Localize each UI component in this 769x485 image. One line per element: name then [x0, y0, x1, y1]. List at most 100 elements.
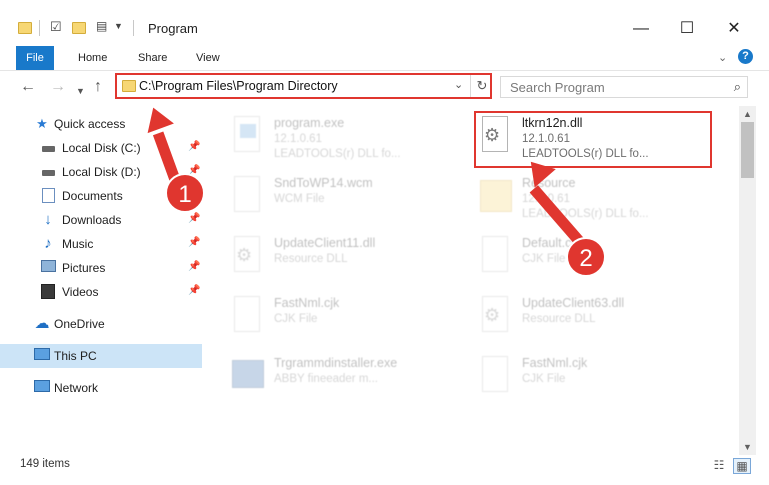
file-type: Resource DLL	[274, 253, 348, 265]
sidebar-item-onedrive[interactable]: ☁ OneDrive	[0, 312, 200, 336]
file-description: LEADTOOLS(r) DLL fo...	[274, 148, 401, 160]
file-item[interactable]: program.exe 12.1.0.61 LEADTOOLS(r) DLL f…	[230, 114, 470, 162]
file-version: 12.1.0.61	[274, 133, 322, 145]
file-name: FastNml.cjk	[274, 296, 340, 310]
sidebar-item-label: Local Disk (D:)	[62, 165, 141, 179]
file-item[interactable]: SndToWP14.wcm WCM File	[230, 174, 470, 222]
file-name: SndToWP14.wcm	[274, 176, 373, 190]
navigation-pane: ★ Quick access Local Disk (C:) 📌 Local D…	[0, 108, 205, 453]
computer-icon	[34, 348, 50, 364]
file-type: CJK File	[274, 313, 318, 325]
callout-badge: 1	[165, 173, 205, 213]
sidebar-item-videos[interactable]: Videos 📌	[0, 280, 200, 304]
help-icon[interactable]: ?	[738, 49, 753, 64]
tab-share[interactable]: Share	[128, 46, 177, 70]
file-description: LEADTOOLS(r) DLL fo...	[522, 208, 649, 220]
divider	[133, 20, 134, 36]
drive-icon	[40, 164, 56, 180]
sidebar-item-downloads[interactable]: ↓ Downloads 📌	[0, 208, 200, 232]
cloud-icon: ☁	[34, 315, 50, 332]
selection-highlight	[474, 111, 712, 168]
sidebar-item-label: Downloads	[62, 213, 122, 227]
sidebar-item-label: Videos	[62, 285, 99, 299]
folder-icon	[122, 80, 136, 92]
file-type: CJK File	[522, 253, 566, 265]
file-name: Trgrammdinstaller.exe	[274, 356, 398, 370]
divider	[39, 20, 40, 36]
pin-icon[interactable]: 📌	[188, 261, 200, 272]
new-folder-icon[interactable]	[72, 22, 86, 34]
file-icon	[230, 294, 264, 338]
refresh-icon[interactable]: ↻	[470, 75, 493, 97]
customize-toolbar-icon[interactable]: ▤	[96, 19, 107, 33]
file-item[interactable]: ⚙ UpdateClient63.dll Resource DLL	[478, 294, 718, 342]
ribbon: File Home Share View ⌄ ?	[0, 46, 769, 71]
file-icon	[478, 354, 512, 398]
callout-badge: 2	[566, 237, 606, 277]
documents-icon	[40, 188, 56, 204]
sidebar-item-music[interactable]: ♪ Music 📌	[0, 232, 200, 256]
file-name: FastNml.cjk	[522, 356, 588, 370]
tab-home[interactable]: Home	[68, 46, 117, 70]
sidebar-item-this-pc[interactable]: This PC	[0, 344, 202, 368]
file-item[interactable]: Trgrammdinstaller.exe ABBY fineeader m..…	[230, 354, 470, 402]
recent-locations-icon[interactable]: ▼	[76, 83, 85, 99]
minimize-button[interactable]: —	[618, 14, 664, 44]
pin-icon[interactable]: 📌	[188, 285, 200, 296]
search-icon[interactable]: ⌕	[734, 79, 741, 95]
sidebar-item-label: Music	[62, 237, 94, 251]
file-type: Resource DLL	[522, 313, 596, 325]
file-type: ABBY fineeader m...	[274, 373, 378, 385]
scroll-up-icon[interactable]: ▲	[739, 106, 756, 122]
tab-file[interactable]: File	[16, 46, 54, 70]
details-view-icon[interactable]: ☷	[711, 458, 727, 472]
file-item[interactable]: ⚙ UpdateClient11.dll Resource DLL	[230, 234, 470, 282]
file-name: UpdateClient63.dll	[522, 296, 625, 310]
pin-icon[interactable]: 📌	[188, 213, 200, 224]
maximize-button[interactable]: ☐	[664, 14, 710, 44]
chevron-down-icon[interactable]: ⌄	[454, 78, 463, 91]
dll-file-icon: ⚙	[478, 294, 512, 338]
file-item[interactable]: FastNml.cjk CJK File	[230, 294, 470, 342]
title-bar: ☑ ▤ ▼ Program — ☐ ✕	[0, 0, 769, 46]
chevron-down-icon[interactable]: ⌄	[718, 51, 727, 64]
exe-file-icon	[230, 114, 264, 158]
search-box[interactable]: Search Program ⌕	[500, 76, 748, 98]
sidebar-item-label: OneDrive	[54, 317, 105, 331]
pin-icon[interactable]: 📌	[188, 237, 200, 248]
drive-icon	[40, 140, 56, 156]
item-count: 149 items	[20, 458, 70, 470]
sidebar-item-network[interactable]: Network	[0, 376, 200, 400]
folder-icon	[18, 22, 32, 34]
sidebar-item-label: This PC	[54, 349, 97, 363]
sidebar-item-label: Local Disk (C:)	[62, 141, 141, 155]
up-arrow-icon[interactable]: ↑	[94, 79, 102, 95]
address-bar[interactable]: C:\Program Files\Program Directory ⌄ ↻	[115, 73, 492, 99]
sidebar-item-pictures[interactable]: Pictures 📌	[0, 256, 200, 280]
scroll-down-icon[interactable]: ▼	[739, 439, 756, 455]
folder-icon	[478, 174, 512, 218]
chevron-down-icon[interactable]: ▼	[114, 21, 123, 31]
back-arrow-icon[interactable]: ←	[20, 79, 36, 95]
scroll-thumb[interactable]	[741, 122, 754, 178]
address-path[interactable]: C:\Program Files\Program Directory	[139, 79, 338, 93]
videos-icon	[40, 284, 56, 300]
sidebar-item-label: Documents	[62, 189, 123, 203]
sidebar-item-label: Network	[54, 381, 99, 395]
file-icon	[478, 234, 512, 278]
file-item[interactable]: Resource 12.1.0.61 LEADTOOLS(r) DLL fo..…	[478, 174, 718, 222]
file-item[interactable]: FastNml.cjk CJK File	[478, 354, 718, 402]
network-icon	[34, 380, 50, 396]
tab-view[interactable]: View	[186, 46, 230, 70]
large-icons-view-icon[interactable]: ▦	[733, 458, 751, 474]
forward-arrow-icon[interactable]: →	[50, 79, 66, 95]
download-icon: ↓	[44, 211, 52, 228]
window-title: Program	[148, 21, 198, 36]
search-input[interactable]: Search Program	[510, 80, 605, 95]
sidebar-item-label: Quick access	[54, 117, 126, 131]
vertical-scrollbar[interactable]: ▲ ▼	[739, 106, 756, 455]
close-button[interactable]: ✕	[711, 14, 757, 44]
status-bar: 149 items ☷ ▦	[0, 455, 769, 485]
pin-icon[interactable]: 📌	[188, 141, 200, 152]
properties-icon[interactable]: ☑	[50, 19, 62, 35]
